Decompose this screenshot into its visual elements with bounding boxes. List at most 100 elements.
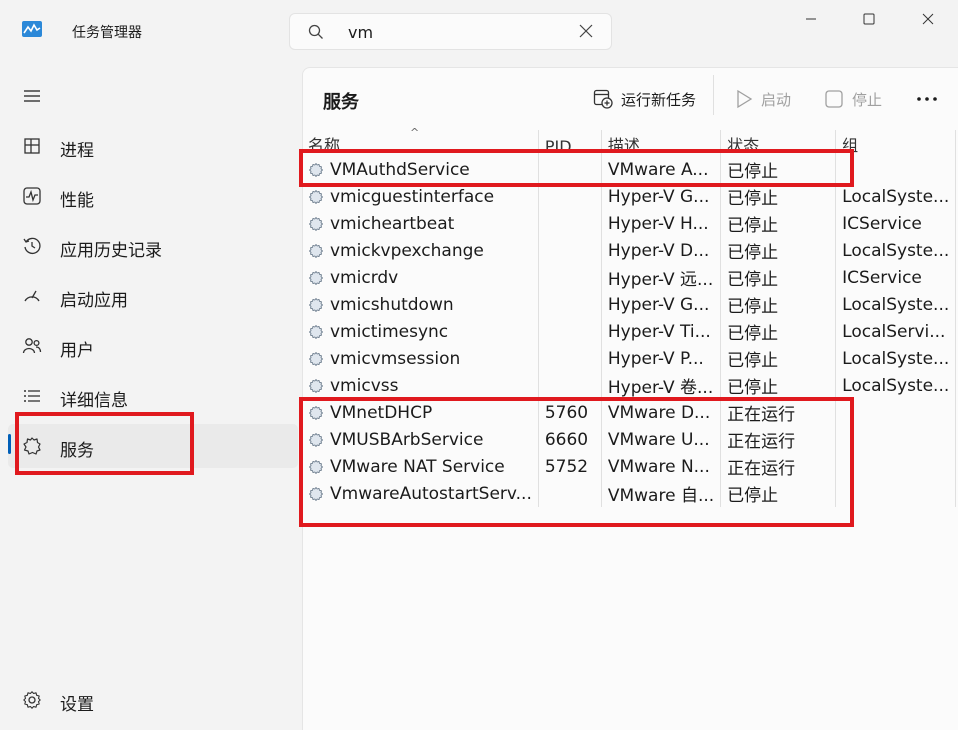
run-new-task-icon	[593, 89, 613, 109]
service-name: vmicheartbeat	[330, 213, 455, 234]
settings-label: 设置	[60, 695, 94, 715]
status-cell: 已停止	[720, 183, 837, 210]
run-new-task-label: 运行新任务	[621, 90, 697, 109]
history-icon	[23, 237, 41, 255]
service-name: vmicguestinterface	[330, 186, 495, 207]
pid-cell	[538, 210, 602, 237]
group-cell: LocalSyste...	[835, 183, 957, 210]
toolbar-divider	[713, 75, 714, 115]
sidebar-item-performance[interactable]: 性能	[8, 174, 298, 218]
description-cell: Hyper-V G...	[601, 291, 722, 318]
service-name: vmicvss	[330, 375, 399, 396]
performance-icon	[23, 187, 41, 205]
pid-cell	[538, 291, 602, 318]
description-cell: Hyper-V P...	[601, 345, 722, 372]
table-row[interactable]: vmicvss Hyper-V 卷... 已停止 LocalSyste...	[302, 372, 957, 399]
group-cell: LocalSyste...	[835, 291, 957, 318]
service-name-cell: vmicvmsession	[302, 345, 539, 372]
sidebar-item-startup-apps[interactable]: 启动应用	[8, 274, 298, 318]
service-gear-icon	[309, 270, 323, 285]
service-name: vmicshutdown	[330, 294, 454, 315]
sidebar-item-label: 应用历史记录	[60, 241, 162, 261]
service-name-cell: vmictimesync	[302, 318, 539, 345]
service-gear-icon	[309, 189, 323, 204]
status-cell: 已停止	[720, 372, 837, 399]
details-icon	[24, 390, 40, 402]
group-cell: ICService	[835, 210, 957, 237]
close-button[interactable]	[905, 6, 951, 32]
service-gear-icon	[309, 324, 323, 339]
description-cell: Hyper-V H...	[601, 210, 722, 237]
highlight-box-vmauthd	[299, 149, 854, 187]
clear-search-icon[interactable]	[579, 24, 593, 38]
service-gear-icon	[309, 378, 323, 393]
search-box[interactable]	[289, 13, 612, 50]
description-cell: Hyper-V Ti...	[601, 318, 722, 345]
more-icon	[917, 97, 937, 101]
stop-button[interactable]: 停止	[824, 86, 882, 112]
hamburger-icon	[24, 90, 40, 102]
minimize-button[interactable]	[788, 6, 834, 32]
table-row[interactable]: vmicvmsession Hyper-V P... 已停止 LocalSyste..…	[302, 345, 957, 372]
maximize-icon	[863, 13, 875, 25]
table-row[interactable]: vmicshutdown Hyper-V G... 已停止 LocalSyste...	[302, 291, 957, 318]
sidebar-item-label: 用户	[60, 341, 94, 361]
service-name: vmictimesync	[330, 321, 449, 342]
table-row[interactable]: vmicheartbeat Hyper-V H... 已停止 ICService	[302, 210, 957, 237]
group-cell: ICService	[835, 264, 957, 291]
service-name-cell: vmicguestinterface	[302, 183, 539, 210]
highlight-box-services-nav	[15, 412, 194, 475]
status-cell: 已停止	[720, 291, 837, 318]
service-gear-icon	[309, 216, 323, 231]
status-cell: 已停止	[720, 210, 837, 237]
group-cell: LocalSyste...	[835, 237, 957, 264]
table-row[interactable]: vmicrdv Hyper-V 远... 已停止 ICService	[302, 264, 957, 291]
search-input[interactable]	[348, 22, 548, 42]
table-row[interactable]: vmictimesync Hyper-V Ti... 已停止 LocalServi..…	[302, 318, 957, 345]
service-name: vmicrdv	[330, 267, 399, 288]
table-row[interactable]: vmickvpexchange Hyper-V D... 已停止 LocalSyste…	[302, 237, 957, 264]
status-cell: 已停止	[720, 345, 837, 372]
description-cell: Hyper-V G...	[601, 183, 722, 210]
status-cell: 已停止	[720, 318, 837, 345]
sidebar-item-label: 性能	[60, 191, 94, 211]
pid-cell	[538, 237, 602, 264]
status-cell: 已停止	[720, 264, 837, 291]
group-cell: LocalServi...	[835, 318, 957, 345]
run-new-task-button[interactable]: 运行新任务	[593, 86, 696, 112]
pid-cell	[538, 183, 602, 210]
service-name-cell: vmicheartbeat	[302, 210, 539, 237]
sidebar-item-settings[interactable]: 设置	[8, 678, 298, 722]
group-cell: LocalSyste...	[835, 372, 957, 399]
pid-cell	[538, 372, 602, 399]
service-gear-icon	[309, 243, 323, 258]
sidebar-item-users[interactable]: 用户	[8, 324, 298, 368]
maximize-button[interactable]	[846, 6, 892, 32]
service-name: vmicvmsession	[330, 348, 461, 369]
sidebar-item-app-history[interactable]: 应用历史记录	[8, 224, 298, 268]
description-cell: Hyper-V 远...	[601, 264, 722, 291]
service-gear-icon	[309, 351, 323, 366]
play-icon	[737, 89, 753, 109]
page-title: 服务	[323, 92, 359, 113]
highlight-box-vmware-services	[299, 397, 854, 527]
start-label: 启动	[761, 90, 792, 109]
pid-cell	[538, 345, 602, 372]
users-icon	[22, 338, 42, 354]
sidebar-item-label: 详细信息	[60, 391, 128, 411]
service-name-cell: vmicvss	[302, 372, 539, 399]
service-name: vmickvpexchange	[330, 240, 484, 261]
description-cell: Hyper-V 卷...	[601, 372, 722, 399]
active-indicator	[8, 434, 11, 454]
startup-icon	[24, 290, 40, 302]
table-row[interactable]: vmicguestinterface Hyper-V G... 已停止 LocalSy…	[302, 183, 957, 210]
more-options-button[interactable]	[915, 86, 939, 112]
service-name-cell: vmicshutdown	[302, 291, 539, 318]
start-button[interactable]: 启动	[735, 86, 791, 112]
hamburger-menu-button[interactable]	[8, 74, 298, 118]
sidebar-item-label: 启动应用	[60, 291, 128, 311]
app-title: 任务管理器	[72, 25, 142, 41]
sidebar-item-processes[interactable]: 进程	[8, 124, 298, 168]
close-icon	[922, 13, 934, 25]
sidebar-item-label: 进程	[60, 141, 94, 161]
